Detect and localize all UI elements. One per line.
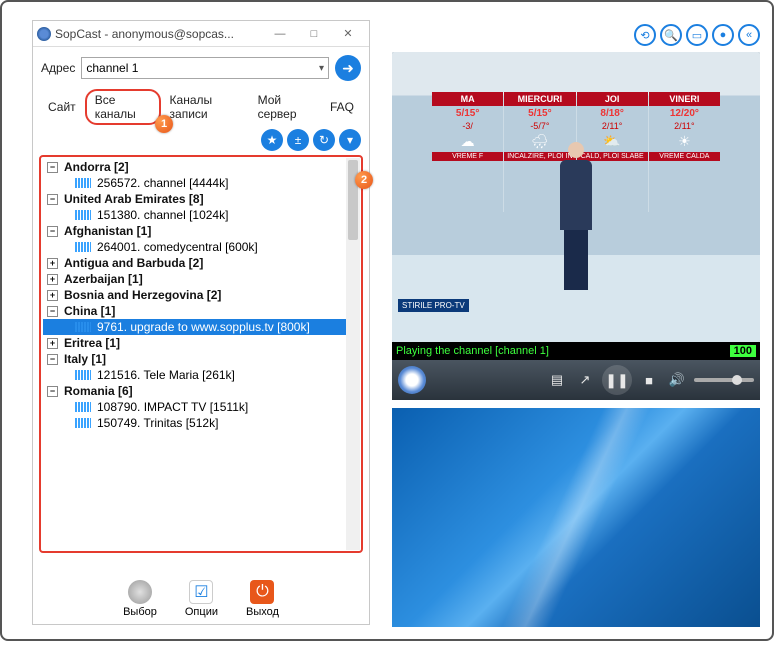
minimize-button[interactable]: — xyxy=(263,23,297,45)
toggle-icon[interactable]: − xyxy=(47,226,58,237)
toggle-icon[interactable]: + xyxy=(47,274,58,285)
callout-2: 2 xyxy=(355,171,373,189)
buffer-value: 100 xyxy=(730,345,756,357)
toggle-icon[interactable]: − xyxy=(47,354,58,365)
tab-my-server[interactable]: Мой сервер xyxy=(251,89,321,125)
sopcast-window: SopCast - anonymous@sopcas... — □ ✕ Адре… xyxy=(32,20,370,625)
tree-group[interactable]: −United Arab Emirates [8] xyxy=(43,191,359,207)
tree-group[interactable]: −China [1] xyxy=(43,303,359,319)
forecast-day: MA5/15°-3/☁VREME F xyxy=(432,92,503,212)
record-button[interactable]: ● xyxy=(712,24,734,46)
add-remove-button[interactable]: ± xyxy=(287,129,309,151)
channel-logo: STIRILE PRO-TV xyxy=(398,299,469,312)
signal-icon xyxy=(75,178,91,188)
tab-faq[interactable]: FAQ xyxy=(323,96,361,118)
toggle-icon[interactable]: + xyxy=(47,290,58,301)
video-area[interactable]: MA5/15°-3/☁VREME FMIERCURI5/15°-5/7°🌧INC… xyxy=(392,52,760,342)
channel-item[interactable]: 150749. Trinitas [512k] xyxy=(43,415,359,431)
go-button[interactable]: ➜ xyxy=(335,55,361,81)
maximize-button[interactable]: □ xyxy=(297,23,331,45)
status-text: Playing the channel [channel 1] xyxy=(396,345,730,357)
exit-action[interactable]: ⏻ Выход xyxy=(246,580,279,618)
volume-slider[interactable] xyxy=(694,378,754,382)
signal-icon xyxy=(75,418,91,428)
sopcast-logo-icon xyxy=(398,366,426,394)
toggle-icon[interactable]: − xyxy=(47,386,58,397)
signal-icon xyxy=(75,322,91,332)
window-title: SopCast - anonymous@sopcas... xyxy=(55,27,263,41)
channel-item[interactable]: 121516. Tele Maria [261k] xyxy=(43,367,359,383)
channel-tree[interactable]: −Andorra [2]256572. channel [4444k]−Unit… xyxy=(39,155,363,553)
reload-button[interactable]: ⟲ xyxy=(634,24,656,46)
forecast-day: VINERI12/20°2/11°☀VREME CALDA xyxy=(648,92,720,212)
desktop-background xyxy=(392,408,760,627)
callout-1: 1 xyxy=(155,115,173,133)
channel-item[interactable]: 256572. channel [4444k] xyxy=(43,175,359,191)
signal-icon xyxy=(75,370,91,380)
tree-group[interactable]: −Andorra [2] xyxy=(43,159,359,175)
pause-button[interactable]: ❚❚ xyxy=(602,365,632,395)
close-button[interactable]: ✕ xyxy=(331,23,365,45)
address-combo[interactable]: channel 1 xyxy=(81,57,329,79)
options-icon: ☑ xyxy=(189,580,213,604)
tree-group[interactable]: +Eritrea [1] xyxy=(43,335,359,351)
tree-group[interactable]: −Romania [6] xyxy=(43,383,359,399)
toggle-icon[interactable]: − xyxy=(47,194,58,205)
select-icon xyxy=(128,580,152,604)
signal-icon xyxy=(75,210,91,220)
window-mode-button[interactable]: ▭ xyxy=(686,24,708,46)
stop-button[interactable]: ■ xyxy=(638,369,660,391)
options-action[interactable]: ☑ Опции xyxy=(185,580,218,618)
zoom-button[interactable]: 🔍 xyxy=(660,24,682,46)
expand-button[interactable]: ▾ xyxy=(339,129,361,151)
toggle-icon[interactable]: − xyxy=(47,162,58,173)
select-action[interactable]: Выбор xyxy=(123,580,157,618)
collapse-button[interactable]: « xyxy=(738,24,760,46)
tree-group[interactable]: −Afghanistan [1] xyxy=(43,223,359,239)
exit-icon: ⏻ xyxy=(250,580,274,604)
tree-group[interactable]: +Bosnia and Herzegovina [2] xyxy=(43,287,359,303)
playlist-button[interactable]: ▤ xyxy=(546,369,568,391)
channel-item[interactable]: 108790. IMPACT TV [1511k] xyxy=(43,399,359,415)
popout-button[interactable]: ↗ xyxy=(574,369,596,391)
favorite-button[interactable]: ★ xyxy=(261,129,283,151)
tab-all-channels[interactable]: Все каналы xyxy=(85,89,161,125)
channel-item[interactable]: 151380. channel [1024k] xyxy=(43,207,359,223)
toggle-icon[interactable]: − xyxy=(47,306,58,317)
status-bar: Playing the channel [channel 1] 100 xyxy=(392,342,760,360)
player-panel: ⟲ 🔍 ▭ ● « MA5/15°-3/☁VREME FMIERCURI5/15… xyxy=(392,20,760,627)
tree-group[interactable]: −Italy [1] xyxy=(43,351,359,367)
tab-record[interactable]: Каналы записи xyxy=(163,89,249,125)
signal-icon xyxy=(75,242,91,252)
tab-site[interactable]: Сайт xyxy=(41,96,83,118)
toggle-icon[interactable]: + xyxy=(47,338,58,349)
tree-group[interactable]: +Antigua and Barbuda [2] xyxy=(43,255,359,271)
app-icon xyxy=(37,27,51,41)
channel-item[interactable]: 9761. upgrade to www.sopplus.tv [800k] xyxy=(43,319,359,335)
titlebar: SopCast - anonymous@sopcas... — □ ✕ xyxy=(33,21,369,47)
volume-icon[interactable]: 🔊 xyxy=(666,369,688,391)
address-label: Адрес xyxy=(41,61,75,75)
player-controls: ▤ ↗ ❚❚ ■ 🔊 xyxy=(392,360,760,400)
tree-group[interactable]: +Azerbaijan [1] xyxy=(43,271,359,287)
tab-bar: Сайт Все каналы Каналы записи Мой сервер… xyxy=(33,83,369,125)
tree-scrollbar[interactable] xyxy=(346,158,360,550)
presenter xyxy=(556,142,596,292)
refresh-button[interactable]: ↻ xyxy=(313,129,335,151)
signal-icon xyxy=(75,402,91,412)
toggle-icon[interactable]: + xyxy=(47,258,58,269)
channel-item[interactable]: 264001. comedycentral [600k] xyxy=(43,239,359,255)
